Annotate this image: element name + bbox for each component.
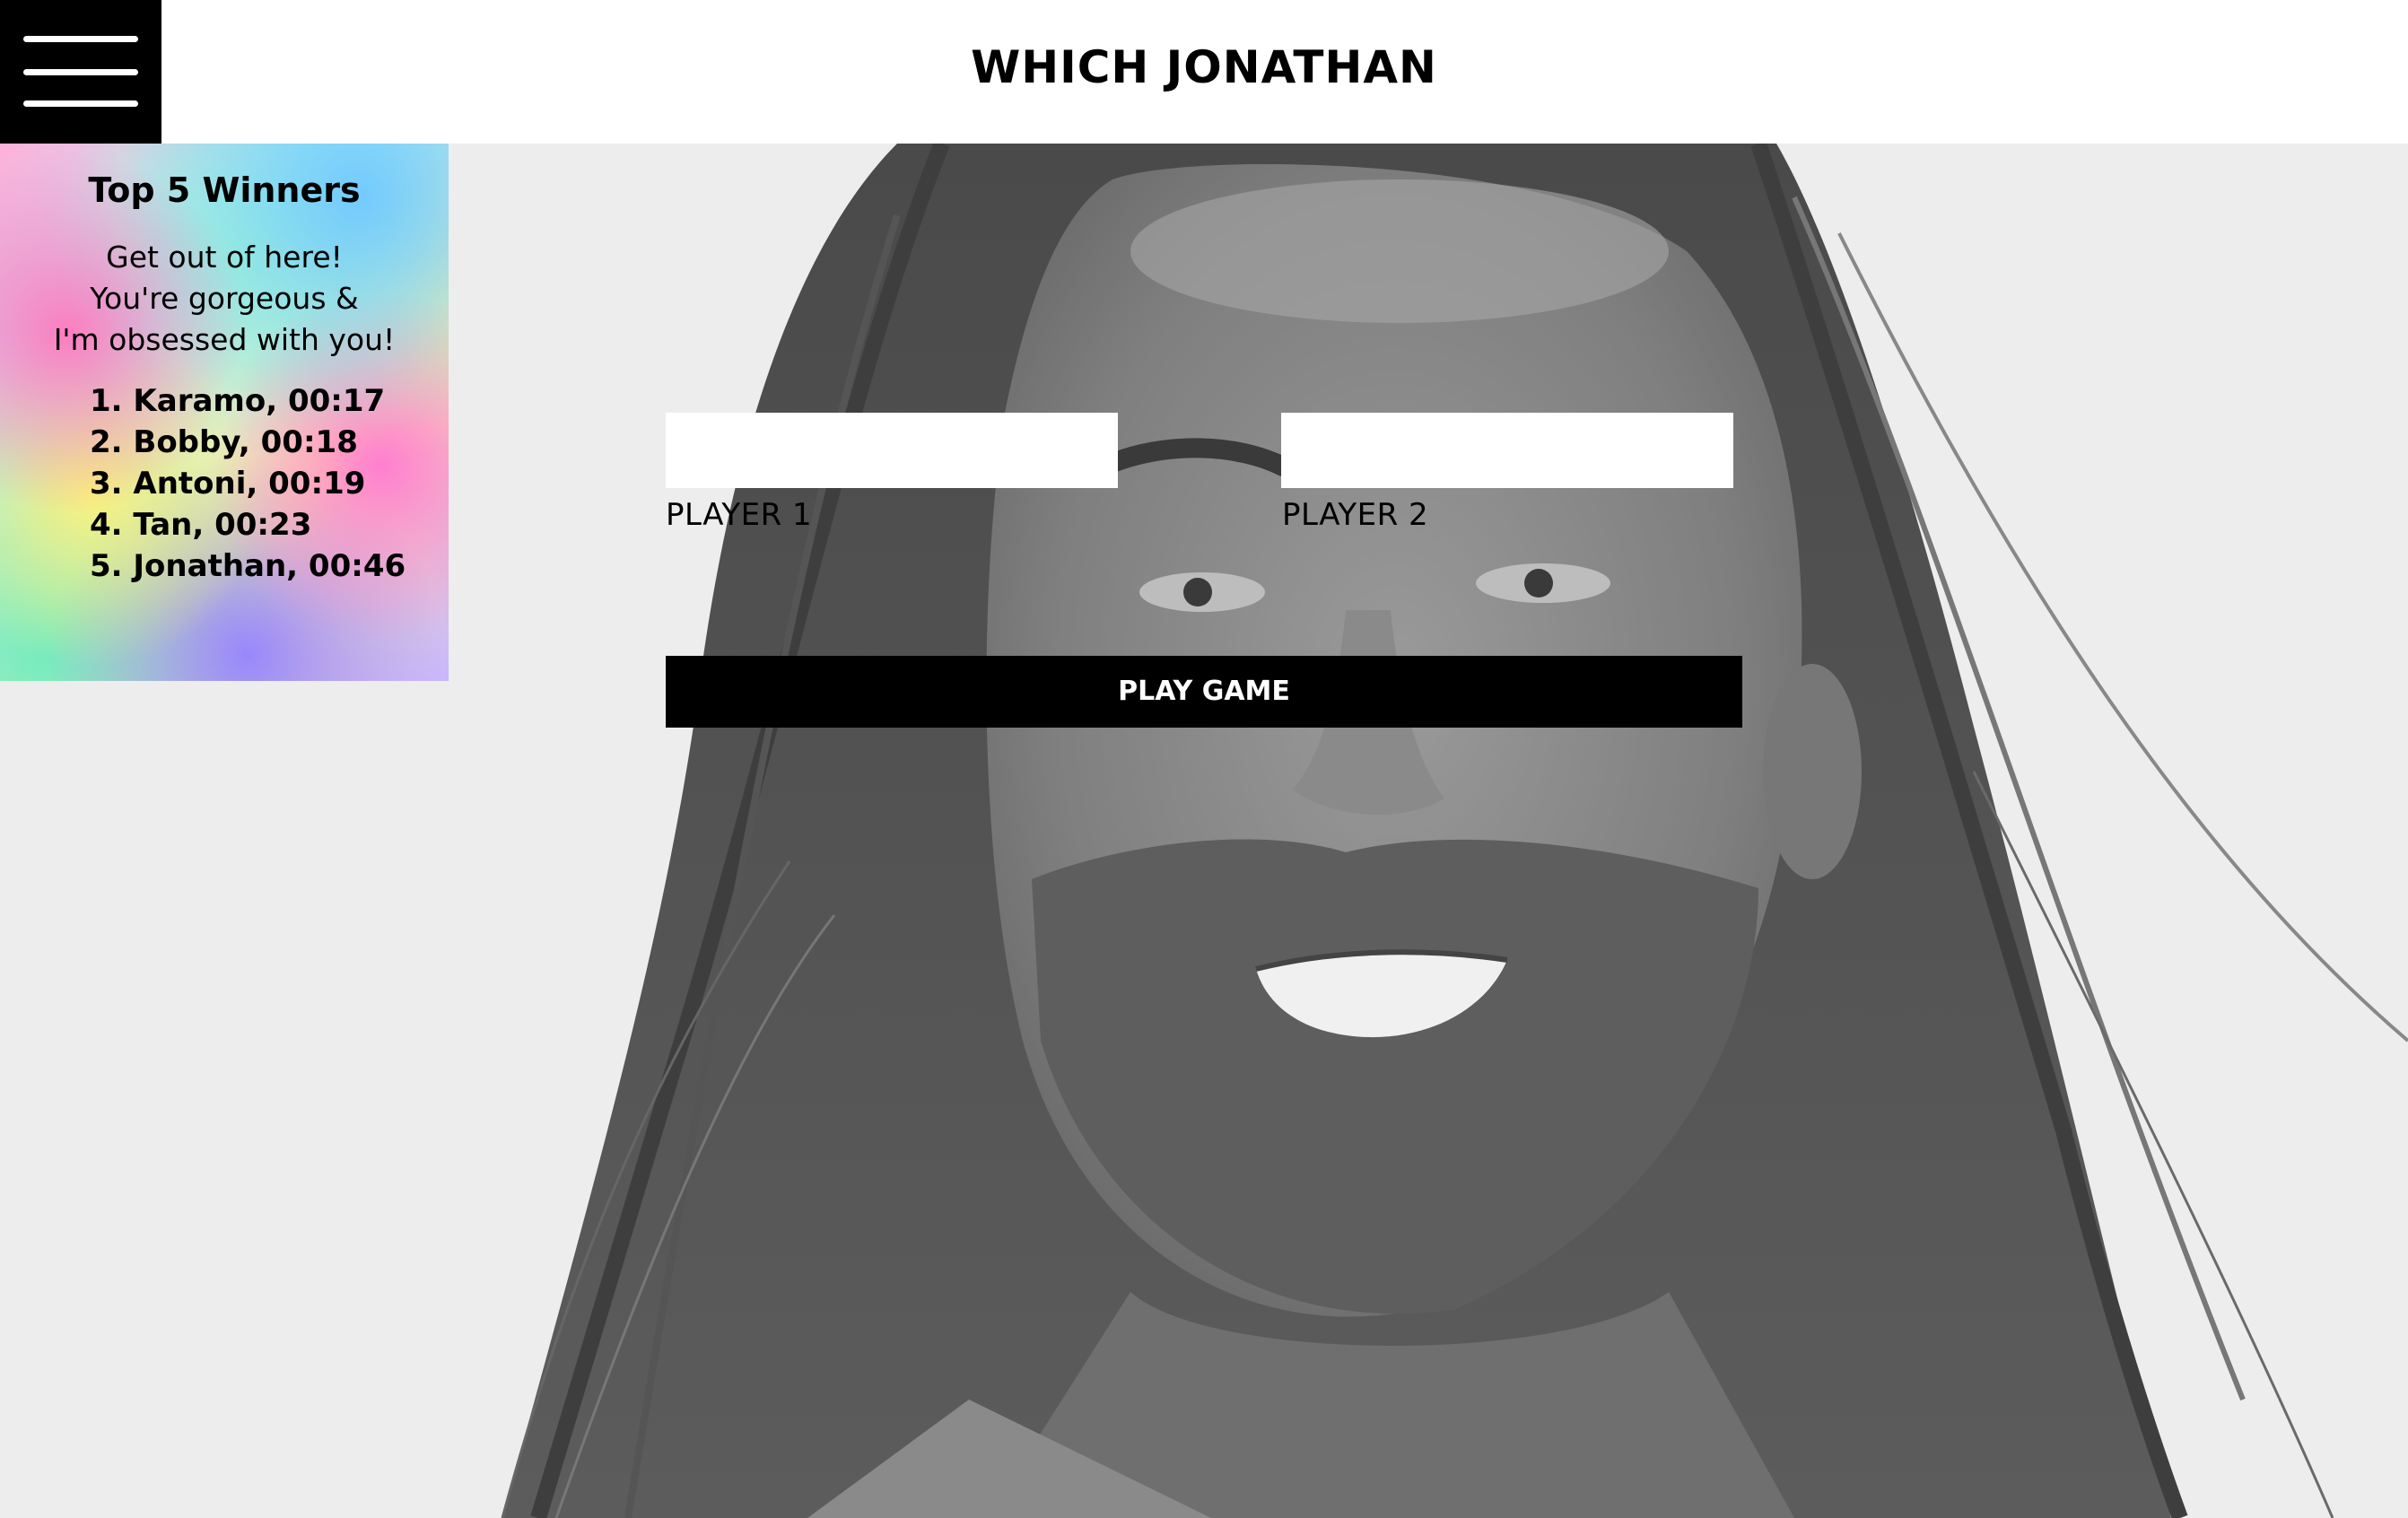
player1-name-input[interactable]	[666, 413, 1118, 488]
winners-list: 1. Karamo, 00:17 2. Bobby, 00:18 3. Anto…	[90, 380, 449, 587]
play-game-button[interactable]: PLAY GAME	[666, 656, 1742, 728]
player1-label: PLAYER 1	[666, 497, 813, 533]
winners-message-line: Get out of here!	[106, 240, 343, 275]
winners-message: Get out of here! You're gorgeous & I'm o…	[0, 237, 449, 361]
page-title: WHICH JONATHAN	[971, 41, 1437, 93]
winners-title: Top 5 Winners	[88, 170, 361, 210]
winner-entry: 2. Bobby, 00:18	[90, 424, 358, 460]
winners-message-line: I'm obsessed with you!	[53, 322, 396, 357]
page: WHICH JONATHAN Top 5 Winners Get out of …	[0, 0, 2408, 1518]
winner-entry: 4. Tan, 00:23	[90, 507, 312, 543]
winner-entry: 5. Jonathan, 00:46	[90, 548, 406, 584]
winners-message-line: You're gorgeous &	[90, 281, 359, 316]
player2-name-input[interactable]	[1281, 413, 1733, 488]
top-winners-panel: Top 5 Winners Get out of here! You're go…	[0, 144, 449, 681]
winner-entry: 1. Karamo, 00:17	[90, 383, 386, 419]
player2-label: PLAYER 2	[1282, 497, 1429, 533]
top-header: WHICH JONATHAN	[0, 0, 2408, 144]
winner-entry: 3. Antoni, 00:19	[90, 466, 366, 502]
